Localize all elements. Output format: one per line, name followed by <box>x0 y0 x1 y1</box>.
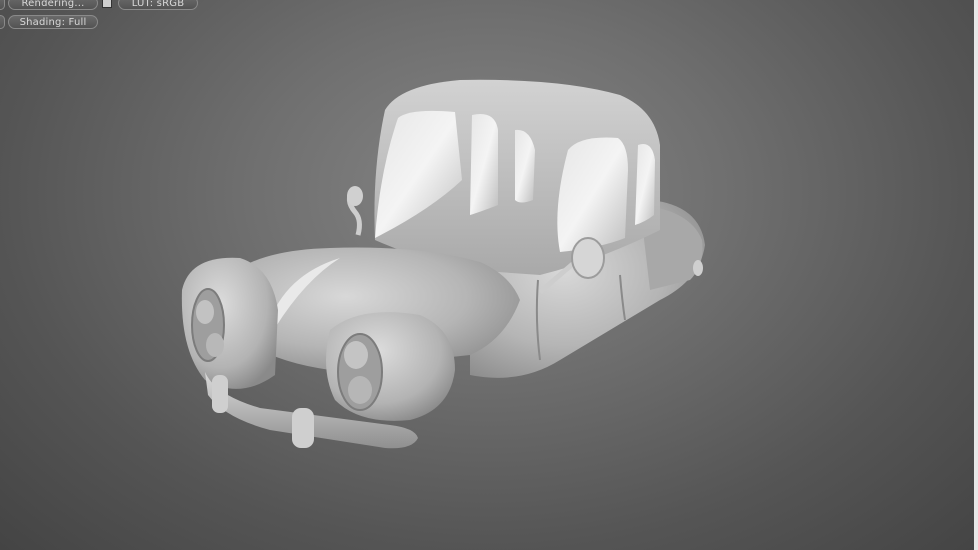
side-window-front <box>557 137 628 252</box>
left-mirror <box>347 186 363 206</box>
bumper-guard-right <box>292 408 314 448</box>
left-headlight-upper <box>196 300 214 324</box>
3d-viewport[interactable]: Rendering... LUT: sRGB Shading: Full <box>0 0 978 550</box>
side-window-rear <box>635 144 655 225</box>
car-model-render[interactable] <box>0 0 978 550</box>
viewport-border <box>974 0 978 550</box>
right-headlight-lower <box>348 376 372 404</box>
left-headlight-lower <box>206 333 224 357</box>
right-headlight-upper <box>344 341 368 369</box>
bumper-guard-left <box>212 375 228 413</box>
rear-light <box>693 260 703 276</box>
windshield-center <box>470 114 498 215</box>
right-mirror <box>571 237 605 279</box>
